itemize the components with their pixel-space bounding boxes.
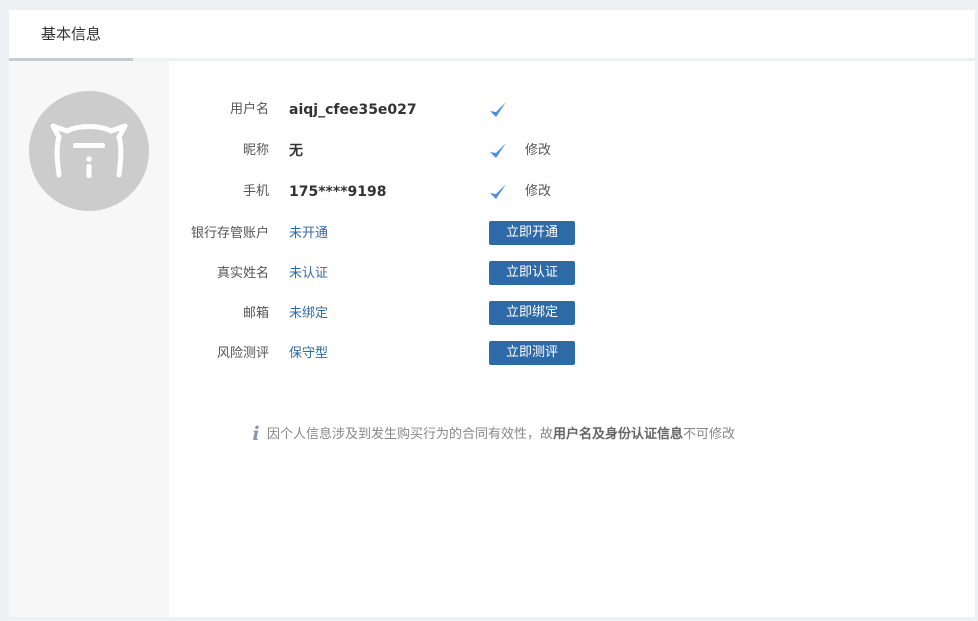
label-phone: 手机 (242, 184, 269, 199)
row-risk-assessment: 风险测评 保守型 立即测评 (169, 341, 769, 367)
notice-text: i 因个人信息涉及到发生购买行为的合同有效性，故用户名及身份认证信息不可修改 (249, 421, 735, 447)
value-username: aiqj_cfee35e027 (289, 102, 417, 118)
checkmark-icon (490, 102, 506, 117)
row-real-name: 真实姓名 未认证 立即认证 (169, 261, 769, 287)
value-email: 未绑定 (289, 306, 329, 321)
sidebar (9, 61, 169, 617)
label-real-name: 真实姓名 (216, 266, 269, 281)
row-username: 用户名 aiqj_cfee35e027 (169, 97, 769, 123)
value-real-name: 未认证 (289, 266, 329, 281)
row-phone: 手机 175****9198 修改 (169, 179, 769, 205)
bind-email-button[interactable]: 立即绑定 (489, 301, 575, 325)
row-nickname: 昵称 无 修改 (169, 138, 769, 164)
verify-identity-button[interactable]: 立即认证 (489, 261, 575, 285)
cat-avatar-icon (50, 123, 128, 178)
value-bank-account: 未开通 (289, 226, 329, 241)
start-risk-assessment-button[interactable]: 立即测评 (489, 341, 575, 365)
tab-basic-info[interactable]: 基本信息 (9, 10, 133, 61)
notice-prefix: 因个人信息涉及到发生购买行为的合同有效性，故 (267, 427, 554, 442)
checkmark-icon (490, 143, 506, 158)
row-bank-account: 银行存管账户 未开通 立即开通 (169, 221, 769, 247)
value-risk-assessment: 保守型 (289, 346, 329, 361)
modify-phone-link[interactable]: 修改 (525, 179, 551, 205)
label-username: 用户名 (229, 102, 269, 117)
main-content: 用户名 aiqj_cfee35e027 昵称 无 修改 手机 175****91… (169, 61, 975, 617)
avatar[interactable] (29, 91, 149, 211)
tab-bar: 基本信息 (9, 10, 975, 61)
row-email: 邮箱 未绑定 立即绑定 (169, 301, 769, 327)
notice-bold: 用户名及身份认证信息 (553, 427, 684, 442)
value-phone: 175****9198 (289, 184, 387, 200)
checkmark-icon (490, 184, 506, 199)
value-nickname: 无 (289, 143, 303, 159)
label-risk-assessment: 风险测评 (216, 346, 269, 361)
info-icon: i (252, 423, 260, 445)
open-bank-account-button[interactable]: 立即开通 (489, 221, 575, 245)
label-nickname: 昵称 (242, 143, 269, 158)
account-panel: 基本信息 用户名 aiqj_cfee35e027 昵称 无 修改 手机 175*… (9, 10, 975, 617)
label-email: 邮箱 (242, 306, 269, 321)
modify-nickname-link[interactable]: 修改 (525, 138, 551, 164)
label-bank-account: 银行存管账户 (190, 226, 269, 241)
notice-suffix: 不可修改 (683, 427, 736, 442)
